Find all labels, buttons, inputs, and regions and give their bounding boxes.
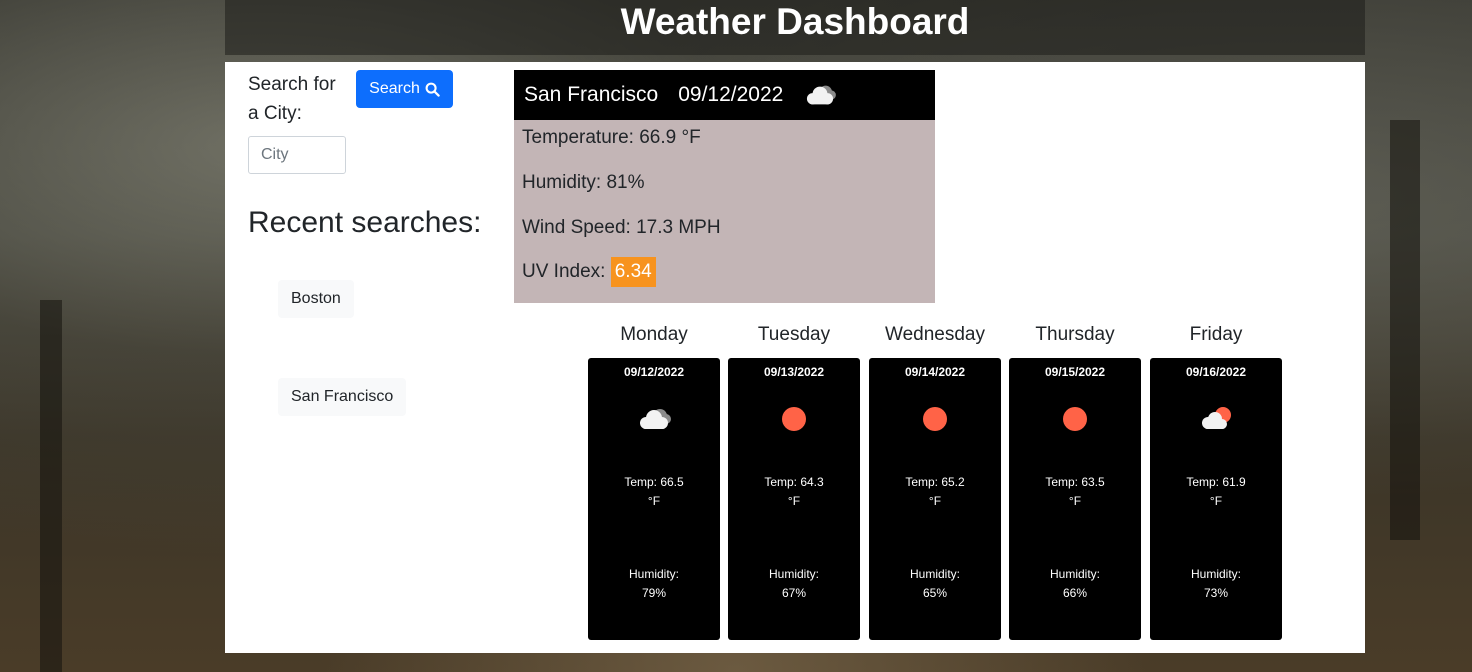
- forecast-date: 09/12/2022: [623, 365, 685, 379]
- cloudy-icon: [807, 85, 837, 105]
- forecast-temp-unit: °F: [928, 494, 942, 508]
- current-city: San Francisco: [524, 83, 659, 106]
- forecast-date: 09/14/2022: [904, 365, 966, 379]
- forecast-date: 09/16/2022: [1185, 365, 1247, 379]
- forecast-temp-value: Temp: 66.5: [624, 475, 684, 489]
- forecast-humidity-value: 65%: [922, 586, 948, 600]
- forecast-humidity-value: 67%: [781, 586, 807, 600]
- uv-index-badge: 6.34: [610, 257, 656, 287]
- forecast-temp-unit: °F: [787, 494, 801, 508]
- forecast-day-label: Thursday: [1035, 324, 1115, 345]
- main-panel: Search for a City: Search Recent searche…: [225, 62, 1365, 653]
- forecast-humidity-value: 73%: [1203, 586, 1229, 600]
- recent-search-san-francisco[interactable]: San Francisco: [278, 378, 407, 416]
- current-wind-speed: Wind Speed: 17.3 MPH: [522, 217, 721, 238]
- forecast-temp: Temp: 63.5 °F: [1009, 473, 1141, 511]
- forecast-humidity: Humidity: 67%: [728, 565, 860, 603]
- forecast-humidity-label: Humidity:: [1049, 567, 1100, 581]
- page-title: Weather Dashboard: [620, 1, 970, 42]
- forecast-humidity: Humidity: 79%: [588, 565, 720, 603]
- current-weather-header: San Francisco 09/12/2022: [514, 70, 935, 120]
- forecast-day-label: Wednesday: [885, 324, 985, 345]
- forecast-day-label: Monday: [620, 324, 688, 345]
- forecast-humidity: Humidity: 65%: [869, 565, 1001, 603]
- search-icon: [425, 82, 440, 97]
- forecast-card: 09/12/2022 Temp: 66.5 °F Humidity: 79%: [588, 358, 720, 640]
- search-button[interactable]: Search: [356, 70, 453, 108]
- forecast-humidity: Humidity: 73%: [1150, 565, 1282, 603]
- background-tree-trunk: [1390, 120, 1420, 540]
- forecast-temp-unit: °F: [647, 494, 661, 508]
- forecast-card: 09/13/2022 Temp: 64.3 °F Humidity: 67%: [728, 358, 860, 640]
- forecast-humidity-label: Humidity:: [909, 567, 960, 581]
- sun-icon: [782, 407, 806, 431]
- forecast-temp: Temp: 65.2 °F: [869, 473, 1001, 511]
- forecast-card: 09/15/2022 Temp: 63.5 °F Humidity: 66%: [1009, 358, 1141, 640]
- sun-icon: [923, 407, 947, 431]
- forecast-day-label: Friday: [1189, 324, 1243, 345]
- current-weather-card: San Francisco 09/12/2022 Temperature: 66…: [514, 70, 935, 303]
- forecast-humidity-value: 66%: [1062, 586, 1088, 600]
- city-input[interactable]: [248, 136, 346, 174]
- uv-index-label: UV Index:: [522, 261, 606, 282]
- sun-icon: [1063, 407, 1087, 431]
- forecast-temp-value: Temp: 63.5: [1045, 475, 1105, 489]
- forecast-humidity-label: Humidity:: [1190, 567, 1241, 581]
- background-tree-trunk: [40, 300, 62, 672]
- forecast-temp-value: Temp: 64.3: [764, 475, 824, 489]
- forecast-card: 09/14/2022 Temp: 65.2 °F Humidity: 65%: [869, 358, 1001, 640]
- forecast-date: 09/13/2022: [763, 365, 825, 379]
- forecast-card: 09/16/2022 Temp: 61.9 °F Humidity: 73%: [1150, 358, 1282, 640]
- current-uv-index: UV Index: 6.34: [522, 257, 656, 287]
- current-humidity: Humidity: 81%: [522, 172, 645, 193]
- forecast-temp-value: Temp: 65.2: [905, 475, 965, 489]
- forecast-humidity-value: 79%: [641, 586, 667, 600]
- search-button-label: Search: [369, 80, 420, 97]
- partly-cloudy-icon: [1202, 407, 1231, 429]
- current-date: 09/12/2022: [678, 83, 784, 106]
- forecast-temp: Temp: 61.9 °F: [1150, 473, 1282, 511]
- forecast-humidity-label: Humidity:: [628, 567, 679, 581]
- forecast-date: 09/15/2022: [1044, 365, 1106, 379]
- forecast-humidity-label: Humidity:: [768, 567, 819, 581]
- cloudy-icon: [640, 409, 671, 429]
- forecast-temp: Temp: 64.3 °F: [728, 473, 860, 511]
- recent-search-boston[interactable]: Boston: [278, 280, 354, 318]
- recent-searches-heading: Recent searches:: [248, 206, 482, 239]
- forecast-humidity: Humidity: 66%: [1009, 565, 1141, 603]
- forecast-temp-value: Temp: 61.9: [1186, 475, 1246, 489]
- forecast-temp-unit: °F: [1068, 494, 1082, 508]
- current-temperature: Temperature: 66.9 °F: [522, 127, 701, 148]
- forecast-temp-unit: °F: [1209, 494, 1223, 508]
- forecast-day-label: Tuesday: [757, 324, 831, 345]
- forecast-temp: Temp: 66.5 °F: [588, 473, 720, 511]
- search-label: Search for a City:: [248, 74, 336, 124]
